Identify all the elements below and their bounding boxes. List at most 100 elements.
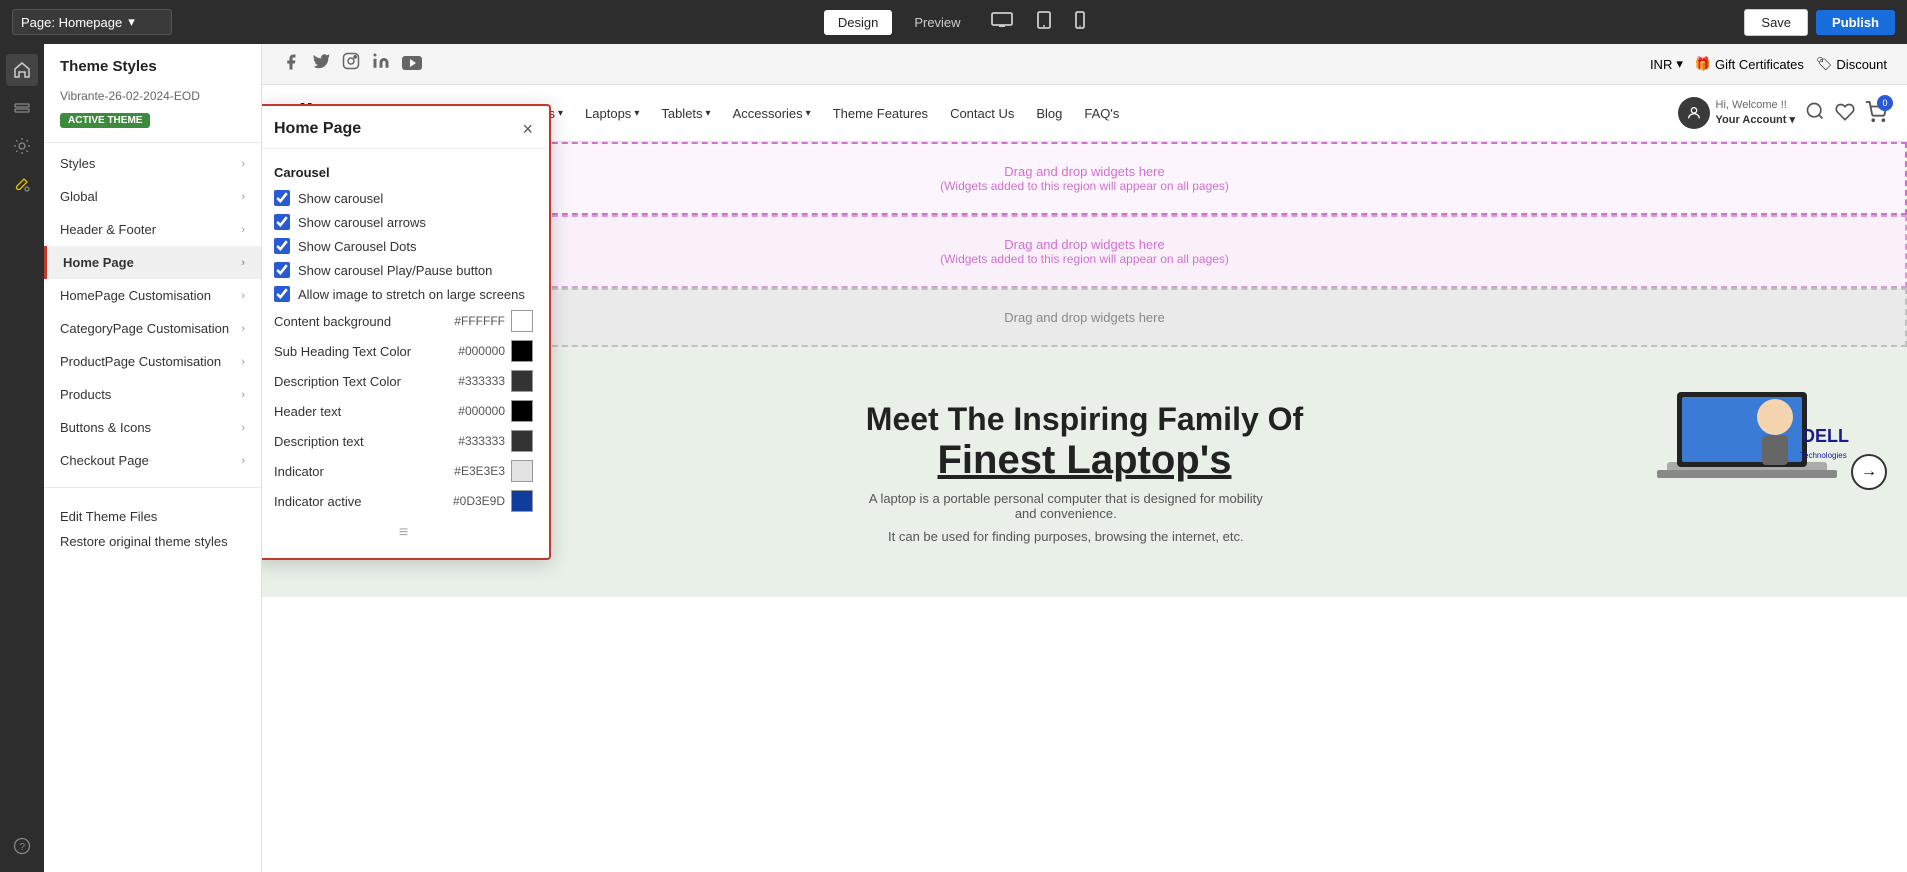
color-swatch-3[interactable] bbox=[511, 400, 533, 422]
sidebar-bottom: Edit Theme Files Restore original theme … bbox=[44, 492, 261, 566]
chevron-right-icon: › bbox=[241, 290, 245, 302]
nav-link-laptops[interactable]: Laptops ▾ bbox=[575, 102, 649, 125]
carousel-description: A laptop is a portable personal computer… bbox=[866, 491, 1266, 521]
color-swatch-4[interactable] bbox=[511, 430, 533, 452]
active-theme-badge: ACTIVE THEME bbox=[60, 113, 150, 128]
color-swatch-0[interactable] bbox=[511, 310, 533, 332]
restore-theme-link[interactable]: Restore original theme styles bbox=[60, 529, 245, 554]
color-swatch-1[interactable] bbox=[511, 340, 533, 362]
color-hex-1: #000000 bbox=[458, 344, 505, 358]
color-fields: Content background #FFFFFF Sub Heading T… bbox=[274, 310, 533, 512]
youtube-icon[interactable] bbox=[402, 53, 422, 76]
show-carousel-arrows-checkbox[interactable] bbox=[274, 214, 290, 230]
sidebar-item-products-label: Products bbox=[60, 387, 111, 402]
sidebar-item-checkout-label: Checkout Page bbox=[60, 453, 149, 468]
color-field-2: Description Text Color #333333 bbox=[274, 370, 533, 392]
edit-theme-files-link[interactable]: Edit Theme Files bbox=[60, 504, 245, 529]
color-field-6: Indicator active #0D3E9D bbox=[274, 490, 533, 512]
nav-link-tablets[interactable]: Tablets ▾ bbox=[651, 102, 720, 125]
gift-cert-label: Gift Certificates bbox=[1715, 57, 1804, 72]
show-play-pause-checkbox[interactable] bbox=[274, 262, 290, 278]
carousel-heading: Meet The Inspiring Family Of bbox=[866, 401, 1303, 438]
show-carousel-dots-checkbox[interactable] bbox=[274, 238, 290, 254]
nav-link-theme-features[interactable]: Theme Features bbox=[823, 102, 938, 125]
inr-dropdown[interactable]: INR ▾ bbox=[1650, 56, 1683, 72]
color-label-3: Header text bbox=[274, 404, 341, 419]
save-button[interactable]: Save bbox=[1744, 9, 1808, 36]
allow-stretch-checkbox[interactable] bbox=[274, 286, 290, 302]
show-play-pause-label: Show carousel Play/Pause button bbox=[298, 263, 492, 278]
sidebar-icon-help[interactable]: ? bbox=[6, 830, 38, 862]
color-hex-5: #E3E3E3 bbox=[454, 464, 505, 478]
chevron-right-icon: › bbox=[241, 422, 245, 434]
color-swatch-5[interactable] bbox=[511, 460, 533, 482]
show-carousel-dots-label: Show Carousel Dots bbox=[298, 239, 417, 254]
color-label-2: Description Text Color bbox=[274, 374, 401, 389]
sidebar-item-homepage-customisation[interactable]: HomePage Customisation › bbox=[44, 279, 261, 312]
sidebar-title: Theme Styles bbox=[44, 44, 261, 85]
facebook-icon[interactable] bbox=[282, 53, 300, 76]
preview-button[interactable]: Preview bbox=[900, 10, 974, 35]
sidebar-item-home-page-label: Home Page bbox=[63, 255, 134, 270]
sidebar-item-buttons-icons[interactable]: Buttons & Icons › bbox=[44, 411, 261, 444]
color-swatch-2[interactable] bbox=[511, 370, 533, 392]
color-field-5: Indicator #E3E3E3 bbox=[274, 460, 533, 482]
design-button[interactable]: Design bbox=[824, 10, 892, 35]
discount-label: Discount bbox=[1836, 57, 1887, 72]
svg-text:Technologies: Technologies bbox=[1800, 451, 1847, 460]
color-field-0: Content background #FFFFFF bbox=[274, 310, 533, 332]
cart-icon[interactable]: 0 bbox=[1865, 101, 1887, 126]
sidebar-item-buttons-icons-label: Buttons & Icons bbox=[60, 420, 151, 435]
nav-link-contact[interactable]: Contact Us bbox=[940, 102, 1024, 125]
nav-links: Home Smartphones ▾ Laptops ▾ Tablets ▾ bbox=[410, 102, 1678, 125]
search-icon[interactable] bbox=[1805, 101, 1825, 126]
page-selector[interactable]: Page: Homepage ▾ bbox=[12, 9, 172, 35]
avatar bbox=[1678, 97, 1710, 129]
nav-link-faq[interactable]: FAQ's bbox=[1074, 102, 1129, 125]
color-field-1: Sub Heading Text Color #000000 bbox=[274, 340, 533, 362]
checkbox-show-play-pause: Show carousel Play/Pause button bbox=[274, 262, 533, 278]
color-hex-0: #FFFFFF bbox=[454, 314, 505, 328]
desktop-device-button[interactable] bbox=[983, 7, 1021, 38]
sidebar-item-products[interactable]: Products › bbox=[44, 378, 261, 411]
sidebar-icon-home[interactable] bbox=[6, 54, 38, 86]
sidebar-icon-settings[interactable] bbox=[6, 130, 38, 162]
chevron-right-icon: › bbox=[241, 158, 245, 170]
inr-chevron-icon: ▾ bbox=[1676, 56, 1683, 72]
sidebar-icon-paint[interactable] bbox=[6, 168, 38, 200]
discount-link[interactable]: 🏷 Discount bbox=[1816, 56, 1887, 72]
color-label-6: Indicator active bbox=[274, 494, 361, 509]
sidebar-item-header-footer[interactable]: Header & Footer › bbox=[44, 213, 261, 246]
publish-button[interactable]: Publish bbox=[1816, 10, 1895, 35]
panel-close-button[interactable]: × bbox=[522, 120, 533, 138]
sidebar-item-product-customisation[interactable]: ProductPage Customisation › bbox=[44, 345, 261, 378]
linkedin-icon[interactable] bbox=[372, 52, 390, 76]
nav-link-accessories[interactable]: Accessories ▾ bbox=[723, 102, 821, 125]
scroll-indicator: ≡ bbox=[274, 520, 533, 546]
mobile-device-button[interactable] bbox=[1067, 6, 1093, 39]
wishlist-icon[interactable] bbox=[1835, 102, 1855, 125]
twitter-icon[interactable] bbox=[312, 52, 330, 76]
chevron-down-icon: ▾ bbox=[634, 108, 639, 119]
show-carousel-checkbox[interactable] bbox=[274, 190, 290, 206]
carousel-image: DELL Technologies bbox=[1567, 357, 1867, 567]
instagram-icon[interactable] bbox=[342, 52, 360, 76]
sidebar-item-checkout[interactable]: Checkout Page › bbox=[44, 444, 261, 477]
preview-area: INR ▾ 🎁 Gift Certificates 🏷 Discount Vib… bbox=[262, 44, 1907, 872]
chevron-right-icon: › bbox=[241, 323, 245, 335]
color-swatch-6[interactable] bbox=[511, 490, 533, 512]
carousel-next-button[interactable]: → bbox=[1851, 454, 1887, 490]
gift-certificates-link[interactable]: 🎁 Gift Certificates bbox=[1695, 56, 1804, 72]
show-carousel-label: Show carousel bbox=[298, 191, 383, 206]
account-section[interactable]: Hi, Welcome !! Your Account ▾ bbox=[1678, 97, 1795, 129]
sidebar-item-global[interactable]: Global › bbox=[44, 180, 261, 213]
sidebar-icon-layers[interactable] bbox=[6, 92, 38, 124]
tablet-device-button[interactable] bbox=[1029, 6, 1059, 39]
nav-link-blog[interactable]: Blog bbox=[1026, 102, 1072, 125]
sidebar-item-styles[interactable]: Styles › bbox=[44, 147, 261, 180]
sidebar-item-home-page[interactable]: Home Page › bbox=[44, 246, 261, 279]
home-page-panel: Home Page × Carousel Show carousel Show … bbox=[262, 104, 551, 560]
sidebar-item-category-customisation[interactable]: CategoryPage Customisation › bbox=[44, 312, 261, 345]
color-label-0: Content background bbox=[274, 314, 391, 329]
nav-right: Hi, Welcome !! Your Account ▾ 0 bbox=[1678, 97, 1887, 129]
